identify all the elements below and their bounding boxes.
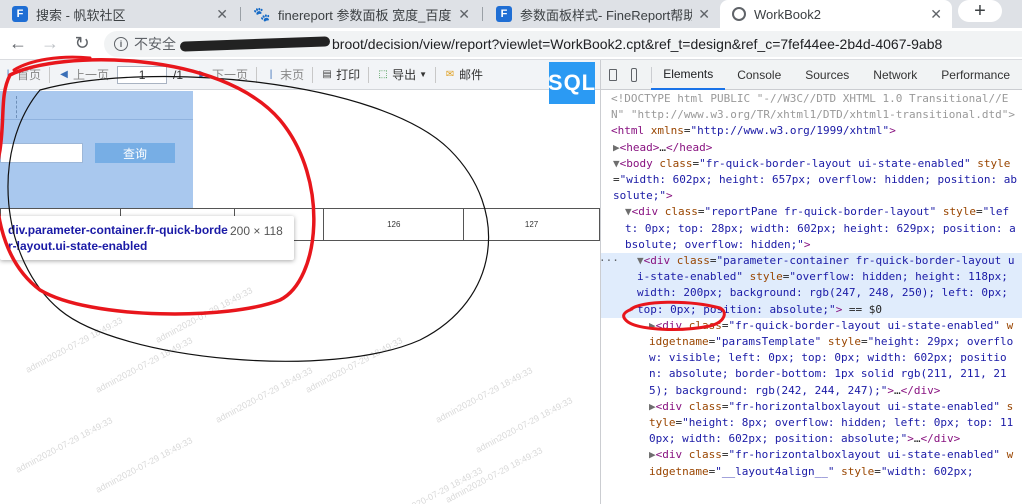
table-cell: 126	[323, 208, 465, 241]
tab-title: 参数面板样式- FineReport帮助文	[520, 7, 693, 23]
devtools-tab-bar: Elements Console Sources Network Perform…	[601, 60, 1022, 90]
url-text: broot/decision/view/report?viewlet=WorkB…	[332, 36, 943, 52]
mail-button[interactable]: ✉ 邮件	[444, 66, 483, 83]
page-number-input[interactable]: 1	[117, 65, 168, 84]
close-tab-icon[interactable]: ✕	[698, 6, 710, 23]
inspect-tooltip: div.parameter-container.fr-quick-border-…	[0, 216, 294, 260]
first-page-icon: |	[6, 69, 10, 80]
browser-tab-3[interactable]: F 参数面板样式- FineReport帮助文 ✕	[484, 0, 720, 28]
watermark-text: admin2020-07-29 18:49:33	[473, 395, 575, 455]
prev-page-button[interactable]: ◀ 上一页	[58, 66, 109, 83]
dom-node-doctype[interactable]: <!DOCTYPE html PUBLIC "-//W3C//DTD XHTML…	[601, 91, 1022, 123]
baidu-paw-icon: 🐾	[253, 5, 271, 22]
dom-node-body[interactable]: ▼<body class="fr-quick-border-layout ui-…	[601, 156, 1022, 205]
printer-icon: ▤	[322, 69, 332, 80]
browser-tab-1[interactable]: F 搜索 - 帆软社区 ✕	[0, 0, 238, 28]
address-bar[interactable]: i 不安全 broot/decision/view/report?viewlet…	[104, 31, 1022, 57]
tab-title: WorkBook2	[754, 6, 821, 22]
parameter-container: 查询	[0, 91, 193, 208]
dom-node-html[interactable]: <html xmlns="http://www.w3.org/1999/xhtm…	[601, 123, 1022, 139]
query-button[interactable]: 查询	[95, 143, 175, 163]
browser-tab-strip: F 搜索 - 帆软社区 ✕ 🐾 finereport 参数面板 宽度_百度搜 ✕…	[0, 0, 1022, 28]
tab-console[interactable]: Console	[725, 60, 793, 90]
tab-elements[interactable]: Elements	[651, 60, 726, 90]
new-tab-button[interactable]: +	[958, 0, 1002, 22]
chevron-down-icon: ▼	[419, 70, 428, 79]
dom-node-reportpane[interactable]: ▼<div class="reportPane fr-quick-border-…	[601, 204, 1022, 253]
params-template-row	[0, 91, 193, 120]
watermark-text: admin2020-07-29 18:49:33	[93, 335, 195, 395]
dom-node-parameter-container[interactable]: ···▼<div class="parameter-container fr-q…	[601, 253, 1022, 318]
forward-arrow-icon[interactable]: →	[36, 30, 64, 58]
fr-logo-icon: F	[12, 6, 28, 22]
export-icon: ⬚	[378, 69, 388, 80]
watermark-text: admin2020-07-29 18:49:33	[433, 365, 535, 425]
insecure-label: 不安全	[134, 36, 176, 52]
next-page-icon: ▶	[199, 69, 207, 80]
print-button[interactable]: ▤ 打印	[321, 66, 360, 83]
parameter-input[interactable]	[0, 143, 83, 163]
browser-tab-4-active[interactable]: WorkBook2 ✕	[720, 0, 952, 28]
devtools-panel: Elements Console Sources Network Perform…	[600, 60, 1022, 504]
device-toolbar-icon[interactable]	[630, 67, 637, 82]
table-cell: 127	[463, 208, 600, 241]
export-button[interactable]: ⬚ 导出 ▼	[377, 66, 427, 83]
first-page-button[interactable]: | 首页	[2, 66, 41, 83]
watermark-text: admin2020-07-29 18:49:33	[13, 415, 115, 475]
watermark-text: admin2020-07-29 18:49:33	[213, 365, 315, 425]
tab-title: finereport 参数面板 宽度_百度搜	[278, 7, 453, 23]
fr-logo-icon: F	[496, 6, 512, 22]
browser-toolbar: ← → ↻ i 不安全 broot/decision/view/report?v…	[0, 28, 1022, 60]
reload-icon[interactable]: ↻	[68, 30, 96, 58]
tab-network[interactable]: Network	[861, 60, 929, 90]
browser-tab-2[interactable]: 🐾 finereport 参数面板 宽度_百度搜 ✕	[242, 0, 480, 28]
sql-button[interactable]: SQL	[548, 62, 595, 104]
close-tab-icon[interactable]: ✕	[930, 6, 942, 23]
info-icon[interactable]: i	[114, 37, 128, 51]
tooltip-dimensions: 200 × 118	[230, 224, 283, 238]
tooltip-selector: div.parameter-container.fr-quick-border-…	[8, 223, 228, 253]
watermark-text: admin2020-07-29 18:49:33	[153, 285, 255, 345]
dom-node-layout4align[interactable]: ▶<div class="fr-horizontalboxlayout ui-s…	[601, 447, 1022, 479]
last-page-button[interactable]: | 末页	[265, 66, 304, 83]
watermark-text: admin2020-07-29 18:49:33	[303, 335, 405, 395]
prev-page-icon: ◀	[60, 69, 68, 80]
next-page-button[interactable]: ▶ 下一页	[197, 66, 248, 83]
tab-sources[interactable]: Sources	[793, 60, 861, 90]
back-arrow-icon[interactable]: ←	[4, 30, 32, 58]
last-page-icon: |	[269, 69, 273, 80]
page-total: /1	[173, 67, 184, 82]
mail-icon: ✉	[445, 69, 455, 80]
globe-icon	[732, 7, 746, 21]
watermark-text: admin2020-07-29 18:49:33	[23, 315, 125, 375]
tab-title: 搜索 - 帆软社区	[36, 7, 126, 23]
redacted-scribble	[179, 36, 331, 52]
report-viewport: | 首页 ◀ 上一页 1 /1 ▶ 下一页 | 末页 ▤ 打印 ⬚ 导出 ▼ ✉ 邮件 SQL	[0, 60, 600, 504]
more-dots-icon[interactable]: ···	[601, 253, 619, 269]
report-toolbar: | 首页 ◀ 上一页 1 /1 ▶ 下一页 | 末页 ▤ 打印 ⬚ 导出 ▼ ✉ 邮件	[0, 60, 600, 90]
dom-node-head[interactable]: ▶<head>…</head>	[601, 140, 1022, 156]
close-tab-icon[interactable]: ✕	[458, 6, 470, 23]
elements-tree: <!DOCTYPE html PUBLIC "-//W3C//DTD XHTML…	[601, 91, 1022, 504]
dom-node-hbox[interactable]: ▶<div class="fr-horizontalboxlayout ui-s…	[601, 399, 1022, 448]
inspect-element-icon[interactable]	[609, 68, 617, 81]
watermark-text: admin2020-07-29 18:49:33	[93, 435, 195, 495]
tab-performance[interactable]: Performance	[929, 60, 1022, 90]
close-tab-icon[interactable]: ✕	[216, 6, 228, 23]
dom-node-params-template[interactable]: ▶<div class="fr-quick-border-layout ui-s…	[601, 318, 1022, 399]
